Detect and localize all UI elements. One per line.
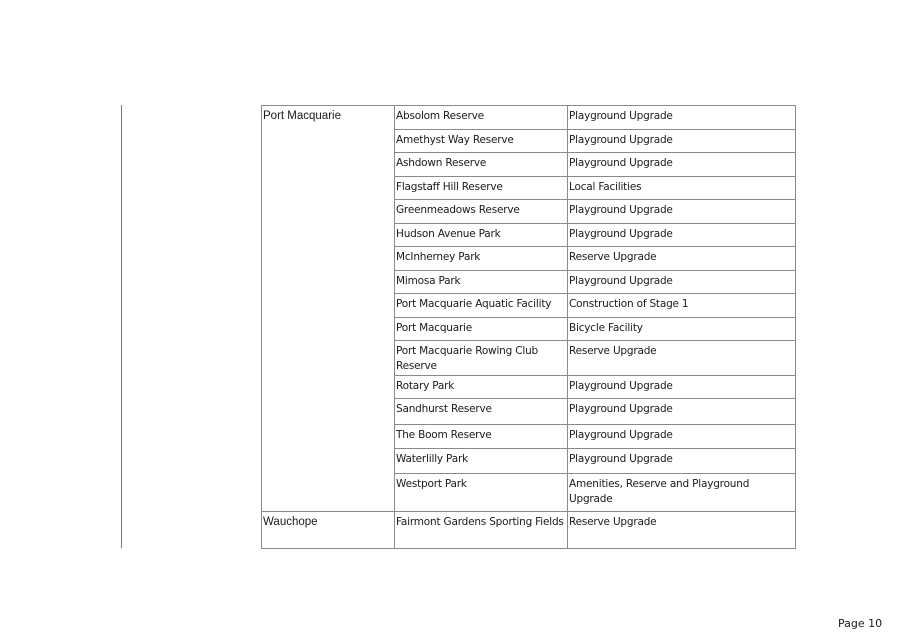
project-cell: Playground Upgrade bbox=[567, 375, 796, 399]
project-cell: Reserve Upgrade bbox=[567, 340, 796, 376]
location-cell: Absolom Reserve bbox=[394, 105, 568, 130]
location-cell: Port Macquarie bbox=[394, 317, 568, 341]
location-cell: Hudson Avenue Park bbox=[394, 223, 568, 247]
project-cell: Amenities, Reserve and Playground Upgrad… bbox=[567, 473, 796, 512]
project-cell: Playground Upgrade bbox=[567, 105, 796, 130]
location-cell: Port Macquarie Aquatic Facility bbox=[394, 293, 568, 318]
project-cell: Local Facilities bbox=[567, 176, 796, 200]
location-cell: Flagstaff Hill Reserve bbox=[394, 176, 568, 200]
project-cell: Bicycle Facility bbox=[567, 317, 796, 341]
location-cell: Waterlilly Park bbox=[394, 448, 568, 474]
location-cell: Ashdown Reserve bbox=[394, 152, 568, 177]
project-cell: Playground Upgrade bbox=[567, 398, 796, 425]
location-cell: Westport Park bbox=[394, 473, 568, 512]
project-cell: Playground Upgrade bbox=[567, 152, 796, 177]
project-cell: Playground Upgrade bbox=[567, 424, 796, 449]
location-cell: Mimosa Park bbox=[394, 270, 568, 294]
location-cell: Rotary Park bbox=[394, 375, 568, 399]
project-cell: Playground Upgrade bbox=[567, 129, 796, 153]
project-cell: Playground Upgrade bbox=[567, 223, 796, 247]
location-cell: Port Macquarie Rowing Club Reserve bbox=[394, 340, 568, 376]
project-cell: Reserve Upgrade bbox=[567, 246, 796, 271]
location-cell: Fairmont Gardens Sporting Fields bbox=[394, 511, 568, 549]
location-cell: The Boom Reserve bbox=[394, 424, 568, 449]
table-row: Port Macquarie Absolom Reserve Playgroun… bbox=[261, 105, 796, 512]
project-cell: Construction of Stage 1 bbox=[567, 293, 796, 318]
project-cell: Playground Upgrade bbox=[567, 199, 796, 224]
town-cell: Port Macquarie bbox=[261, 105, 395, 512]
location-cell: McInherney Park bbox=[394, 246, 568, 271]
project-cell: Playground Upgrade bbox=[567, 270, 796, 294]
location-cell: Amethyst Way Reserve bbox=[394, 129, 568, 153]
location-cell: Sandhurst Reserve bbox=[394, 398, 568, 425]
page-number: Page 10 bbox=[838, 617, 883, 630]
table-row: Wauchope Fairmont Gardens Sporting Field… bbox=[261, 511, 796, 549]
location-cell: Greenmeadows Reserve bbox=[394, 199, 568, 224]
project-cell: Reserve Upgrade bbox=[567, 511, 796, 549]
town-cell: Wauchope bbox=[261, 511, 395, 549]
projects-table: Port Macquarie Absolom Reserve Playgroun… bbox=[261, 105, 796, 549]
margin-rule bbox=[121, 105, 122, 548]
project-cell: Playground Upgrade bbox=[567, 448, 796, 474]
